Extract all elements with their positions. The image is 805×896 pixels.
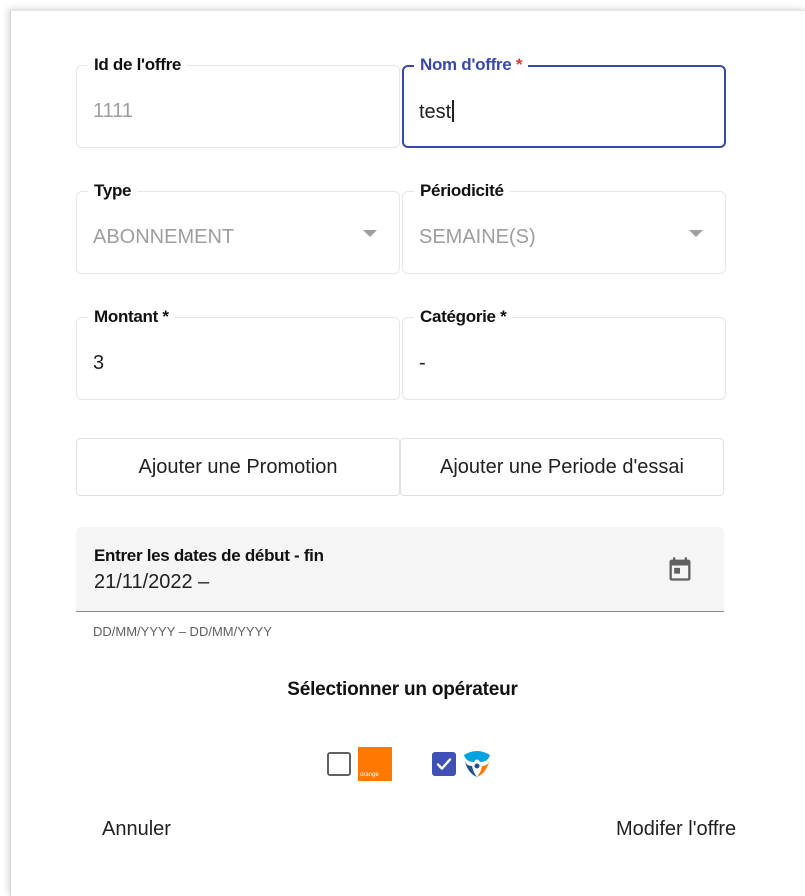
orange-logo: orange xyxy=(358,747,392,781)
periodicity-value: SEMAINE(S) xyxy=(419,226,536,248)
category-label: Catégorie * xyxy=(414,307,513,327)
bouygues-logo xyxy=(464,751,490,777)
type-value: ABONNEMENT xyxy=(93,226,235,248)
chevron-down-icon xyxy=(363,230,377,237)
date-range-value[interactable]: 21/11/2022 – xyxy=(94,571,209,594)
amount-label: Montant * xyxy=(88,307,175,327)
bouygues-checkbox[interactable] xyxy=(432,752,456,776)
offer-id-field[interactable]: Id de l'offre 1111 xyxy=(76,55,400,148)
add-promotion-button[interactable]: Ajouter une Promotion xyxy=(76,438,400,496)
check-icon xyxy=(436,758,452,770)
chevron-down-icon xyxy=(689,230,703,237)
date-range-label: Entrer les dates de début - fin xyxy=(94,546,324,565)
amount-value: 3 xyxy=(93,352,105,374)
offer-name-input[interactable]: test xyxy=(419,100,455,124)
offer-id-value: 1111 xyxy=(93,100,134,122)
type-select[interactable]: Type ABONNEMENT xyxy=(76,181,400,274)
operator-section-title: Sélectionner un opérateur xyxy=(287,679,518,700)
periodicity-select[interactable]: Périodicité SEMAINE(S) xyxy=(402,181,726,274)
cancel-button[interactable]: Annuler xyxy=(102,818,171,841)
date-range-field[interactable]: Entrer les dates de début - fin 21/11/20… xyxy=(76,527,724,612)
offer-name-label: Nom d'offre * xyxy=(414,55,529,75)
calendar-icon[interactable] xyxy=(666,555,694,583)
orange-logo-text: orange xyxy=(360,772,379,778)
amount-field[interactable]: Montant * 3 xyxy=(76,307,400,400)
periodicity-label: Périodicité xyxy=(414,181,510,201)
date-format-hint: DD/MM/YYYY – DD/MM/YYYY xyxy=(93,624,272,639)
orange-checkbox[interactable] xyxy=(327,752,351,776)
required-mark: * xyxy=(515,55,523,74)
offer-name-field[interactable]: Nom d'offre * test xyxy=(402,55,726,148)
category-select[interactable]: Catégorie * - xyxy=(402,307,726,400)
type-label: Type xyxy=(88,181,138,201)
modify-offer-button[interactable]: Modifer l'offre xyxy=(616,818,736,841)
category-value: - xyxy=(419,352,426,374)
text-cursor xyxy=(452,100,455,122)
add-trial-period-button[interactable]: Ajouter une Periode d'essai xyxy=(400,438,724,496)
offer-id-label: Id de l'offre xyxy=(88,55,188,75)
